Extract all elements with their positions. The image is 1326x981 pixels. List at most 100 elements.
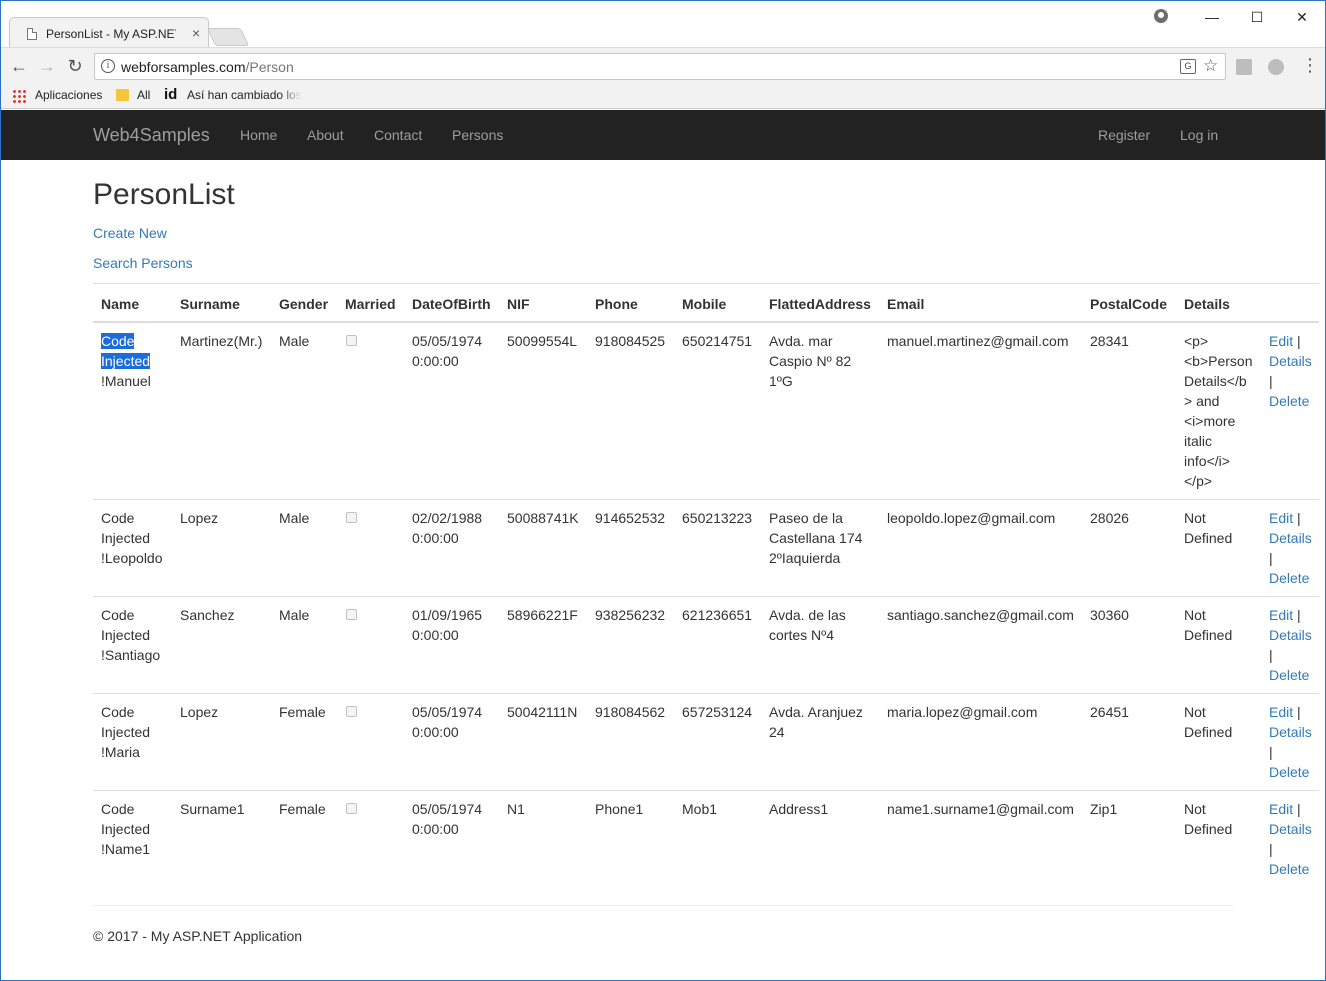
cell-gender: Male xyxy=(271,596,337,694)
cell-mobile: 650213223 xyxy=(674,499,761,597)
nav-persons[interactable]: Persons xyxy=(452,127,503,143)
folder-icon[interactable] xyxy=(116,89,129,101)
nav-contact[interactable]: Contact xyxy=(374,127,422,143)
header-phone[interactable]: Phone xyxy=(587,283,674,323)
cell-gender: Male xyxy=(271,321,337,500)
cell-name-suffix: !Maria xyxy=(101,744,140,760)
cell-married xyxy=(337,790,404,887)
dob-time: 0:00:00 xyxy=(412,627,459,643)
cell-actions: Edit | Details | Delete xyxy=(1261,321,1319,500)
header-name[interactable]: Name xyxy=(93,283,172,323)
bookmark-star-icon[interactable]: ☆ xyxy=(1203,56,1218,76)
cell-email: leopoldo.lopez@gmail.com xyxy=(879,499,1082,597)
edit-link[interactable]: Edit xyxy=(1269,704,1293,720)
details-link[interactable]: Details xyxy=(1269,821,1312,837)
delete-link[interactable]: Delete xyxy=(1269,393,1309,409)
dob-date: 05/05/1974 xyxy=(412,801,483,817)
cell-married xyxy=(337,321,404,500)
edit-link[interactable]: Edit xyxy=(1269,510,1293,526)
header-married[interactable]: Married xyxy=(337,283,404,323)
cell-name: Code Injected !Leopoldo xyxy=(93,499,172,597)
forward-icon[interactable]: → xyxy=(37,57,57,77)
edit-link[interactable]: Edit xyxy=(1269,801,1293,817)
bookmark-all[interactable]: All xyxy=(137,88,150,102)
translate-icon[interactable]: G xyxy=(1180,59,1196,74)
minimize-icon[interactable]: — xyxy=(1202,7,1222,27)
address-bar[interactable]: i webforsamples.com/Person G ☆ xyxy=(94,53,1226,80)
reload-icon[interactable]: ↻ xyxy=(65,57,85,77)
action-separator: | xyxy=(1269,550,1273,566)
table-row: Code Injected !Name1 Surname1 Female 05/0… xyxy=(93,790,1319,887)
header-address[interactable]: FlattedAddress xyxy=(761,283,879,323)
cell-address: Paseo de la Castellana 174 2ºIaquierda xyxy=(761,499,879,597)
profile-icon[interactable] xyxy=(1154,9,1168,23)
action-separator: | xyxy=(1297,333,1301,349)
close-tab-icon[interactable]: × xyxy=(192,25,200,41)
new-tab-button[interactable] xyxy=(206,28,250,46)
pdf-extension-icon[interactable] xyxy=(1236,59,1252,75)
cell-married xyxy=(337,693,404,791)
header-postal[interactable]: PostalCode xyxy=(1082,283,1176,323)
cell-phone: Phone1 xyxy=(587,790,674,887)
cell-gender: Female xyxy=(271,693,337,791)
cell-dob: 05/05/1974 0:00:00 xyxy=(404,321,499,500)
delete-link[interactable]: Delete xyxy=(1269,667,1309,683)
edit-link[interactable]: Edit xyxy=(1269,607,1293,623)
close-window-icon[interactable]: ✕ xyxy=(1292,7,1312,27)
browser-menu-icon[interactable]: ⋮ xyxy=(1301,56,1319,74)
edit-link[interactable]: Edit xyxy=(1269,333,1293,349)
header-details[interactable]: Details xyxy=(1176,283,1261,323)
search-persons-link[interactable]: Search Persons xyxy=(93,255,193,271)
header-mobile[interactable]: Mobile xyxy=(674,283,761,323)
site-info-icon[interactable]: i xyxy=(101,59,115,73)
delete-link[interactable]: Delete xyxy=(1269,861,1309,877)
married-checkbox xyxy=(346,706,357,717)
skype-extension-icon[interactable] xyxy=(1268,59,1284,75)
bookmark-article[interactable]: Así han cambiado los xyxy=(187,88,302,102)
delete-link[interactable]: Delete xyxy=(1269,570,1309,586)
create-new-link[interactable]: Create New xyxy=(93,225,167,241)
browser-tab-active[interactable]: PersonList - My ASP.NET × xyxy=(9,17,209,48)
cell-actions: Edit | Details | Delete xyxy=(1261,499,1319,597)
nav-home[interactable]: Home xyxy=(240,127,277,143)
married-checkbox xyxy=(346,803,357,814)
bookmark-apps[interactable]: Aplicaciones xyxy=(35,88,102,102)
footer-divider xyxy=(93,905,1233,906)
cell-actions: Edit | Details | Delete xyxy=(1261,790,1319,887)
details-link[interactable]: Details xyxy=(1269,627,1312,643)
nav-register[interactable]: Register xyxy=(1098,127,1150,143)
cell-mobile: 650214751 xyxy=(674,321,761,500)
header-nif[interactable]: NIF xyxy=(499,283,587,323)
cell-address: Avda. mar Caspio Nº 82 1ºG xyxy=(761,321,879,500)
cell-gender: Female xyxy=(271,790,337,887)
cell-email: santiago.sanchez@gmail.com xyxy=(879,596,1082,694)
cell-name-prefix: Code Injected xyxy=(101,704,151,740)
cell-nif: 50042111N xyxy=(499,693,587,791)
maximize-icon[interactable]: ☐ xyxy=(1247,7,1267,27)
cell-address: Avda. de las cortes Nº4 xyxy=(761,596,879,694)
bookmarks-bar: Aplicaciones All id Así han cambiado los xyxy=(1,84,1325,109)
cell-email: maria.lopez@gmail.com xyxy=(879,693,1082,791)
cell-name: Code Injected !Manuel xyxy=(93,321,172,500)
header-email[interactable]: Email xyxy=(879,283,1082,323)
apps-grid-icon[interactable] xyxy=(12,89,26,103)
details-link[interactable]: Details xyxy=(1269,724,1312,740)
person-table: Name Surname Gender Married DateOfBirth … xyxy=(93,283,1319,887)
details-link[interactable]: Details xyxy=(1269,530,1312,546)
back-icon[interactable]: ← xyxy=(9,57,29,77)
nav-about[interactable]: About xyxy=(307,127,344,143)
header-dob[interactable]: DateOfBirth xyxy=(404,283,499,323)
married-checkbox xyxy=(346,609,357,620)
married-checkbox xyxy=(346,512,357,523)
nav-login[interactable]: Log in xyxy=(1180,127,1218,143)
footer-copyright: © 2017 - My ASP.NET Application xyxy=(93,928,303,944)
site-brand[interactable]: Web4Samples xyxy=(93,125,210,146)
delete-link[interactable]: Delete xyxy=(1269,764,1309,780)
action-separator: | xyxy=(1297,801,1301,817)
details-link[interactable]: Details xyxy=(1269,353,1312,369)
cell-gender: Male xyxy=(271,499,337,597)
header-surname[interactable]: Surname xyxy=(172,283,271,323)
cell-name: Code Injected !Maria xyxy=(93,693,172,791)
cell-details: Not Defined xyxy=(1176,596,1261,694)
header-gender[interactable]: Gender xyxy=(271,283,337,323)
